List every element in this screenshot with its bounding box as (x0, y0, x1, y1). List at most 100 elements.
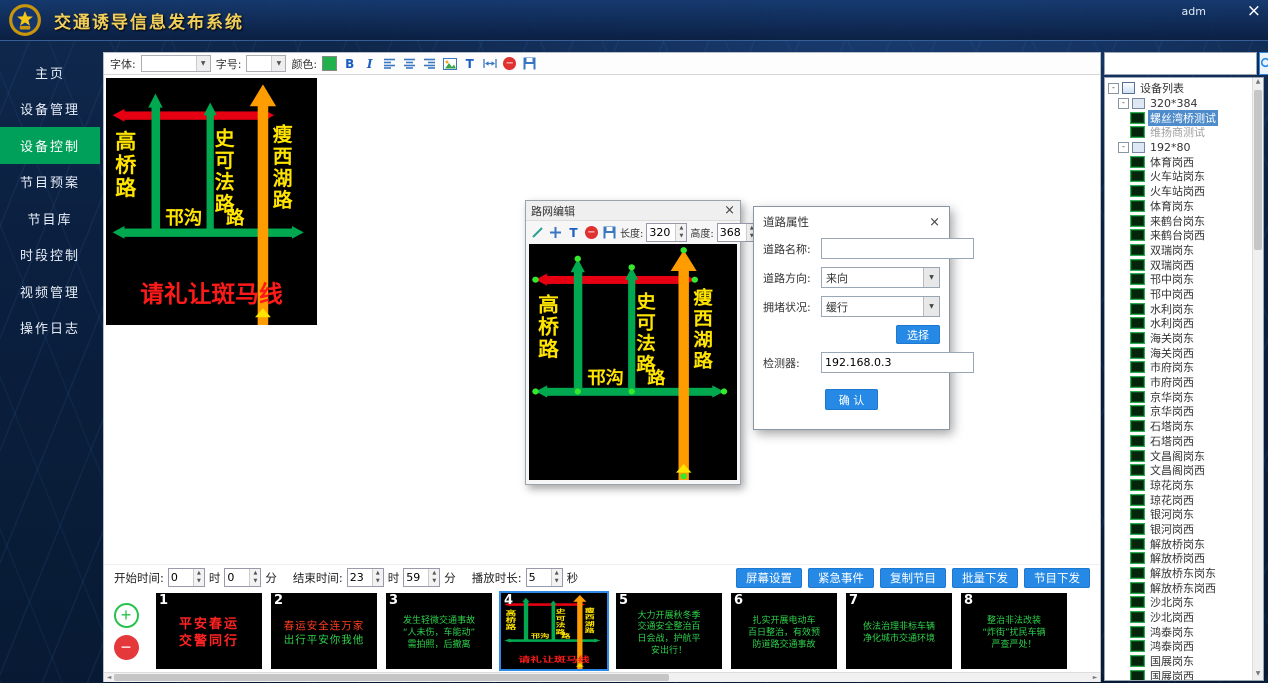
sidebar-item-program-library[interactable]: 节目库 (0, 200, 100, 237)
remove-program-button[interactable]: − (114, 635, 139, 660)
program-thumbnail-3[interactable]: 3发生轻微交通事故“人未伤，车能动”需拍照，后撤离 (386, 593, 492, 669)
scrollbar-thumb[interactable] (114, 674, 669, 681)
sidebar-item-device-control[interactable]: 设备控制 (0, 127, 100, 164)
road-name-input[interactable] (821, 238, 974, 259)
tree-device-item[interactable]: 体育岗东 (1108, 199, 1252, 214)
sidebar-item-video-management[interactable]: 视频管理 (0, 273, 100, 310)
spinner-up-icon[interactable]: ▲ (552, 569, 562, 578)
tree-device-item[interactable]: 海关岗东 (1108, 331, 1252, 346)
tree-device-item[interactable]: 国展岗西 (1108, 669, 1252, 681)
close-dialog-icon[interactable]: × (929, 215, 940, 230)
start-minute-input[interactable] (225, 569, 249, 586)
italic-button[interactable]: I (362, 56, 377, 72)
spinner-down-icon[interactable]: ▼ (429, 578, 439, 587)
horizontal-scrollbar[interactable]: ◄ ► (104, 672, 1100, 682)
program-send-button[interactable]: 节目下发 (1024, 568, 1090, 588)
tree-device-item[interactable]: 海关岗西 (1108, 345, 1252, 360)
screen-settings-button[interactable]: 屏幕设置 (736, 568, 802, 588)
spinner-down-icon[interactable]: ▼ (250, 578, 260, 587)
save-icon[interactable] (602, 225, 617, 241)
tree-device-item[interactable]: 石塔岗东 (1108, 419, 1252, 434)
sidebar-item-device-management[interactable]: 设备管理 (0, 91, 100, 128)
spinner-up-icon[interactable]: ▲ (676, 224, 686, 233)
scroll-right-icon[interactable]: ► (1090, 674, 1100, 681)
spinner-up-icon[interactable]: ▲ (194, 569, 204, 578)
tree-device-item[interactable]: 双瑞岗东 (1108, 243, 1252, 258)
spinner-up-icon[interactable]: ▲ (250, 569, 260, 578)
font-select[interactable]: ▼ (141, 55, 211, 72)
program-thumbnail-5[interactable]: 5大力开展秋冬季交通安全整治百日会战，护航平安出行！ (616, 593, 722, 669)
tree-device-item[interactable]: 螺丝湾桥测试 (1108, 110, 1252, 125)
search-button[interactable] (1259, 52, 1268, 75)
scrollbar-thumb[interactable] (1254, 90, 1262, 250)
tree-device-item[interactable]: 京华岗东 (1108, 389, 1252, 404)
add-node-icon[interactable] (548, 225, 563, 241)
tree-device-item[interactable]: 水利岗东 (1108, 301, 1252, 316)
tree-device-item[interactable]: 鸿泰岗西 (1108, 639, 1252, 654)
expander-icon[interactable]: - (1118, 98, 1129, 109)
sidebar-item-operation-log[interactable]: 操作日志 (0, 310, 100, 347)
tree-device-item[interactable]: 解放桥东岗西 (1108, 580, 1252, 595)
close-window-icon[interactable]: × (1247, 1, 1261, 21)
text-tool-button[interactable]: T (462, 56, 477, 72)
spinner-arrows[interactable]: ▲▼ (675, 224, 686, 241)
scroll-left-icon[interactable]: ◄ (104, 674, 114, 681)
tree-device-item[interactable]: 文昌阁岗东 (1108, 448, 1252, 463)
tree-device-item[interactable]: 琼花岗东 (1108, 478, 1252, 493)
batch-send-button[interactable]: 批量下发 (952, 568, 1018, 588)
tree-device-item[interactable]: 水利岗西 (1108, 316, 1252, 331)
spinner-arrows[interactable]: ▲▼ (428, 569, 439, 586)
tree-device-item[interactable]: 京华岗西 (1108, 404, 1252, 419)
spinner-arrows[interactable]: ▲▼ (193, 569, 204, 586)
led-sign-preview[interactable]: 高桥路史可法路瘦西湖路邗沟路请礼让斑马线 (106, 78, 317, 325)
tree-device-item[interactable]: 文昌阁岗西 (1108, 463, 1252, 478)
delete-icon[interactable]: − (584, 225, 599, 241)
spinner-down-icon[interactable]: ▼ (676, 233, 686, 242)
tree-device-item[interactable]: 石塔岗西 (1108, 434, 1252, 449)
tree-device-item[interactable]: 银河岗东 (1108, 507, 1252, 522)
end-minute-input[interactable] (404, 569, 428, 586)
detector-input[interactable] (821, 352, 974, 373)
confirm-button[interactable]: 确 认 (825, 389, 879, 410)
font-size-select[interactable]: ▼ (246, 55, 286, 72)
program-thumbnail-7[interactable]: 7依法治理非标车辆净化城市交通环境 (846, 593, 952, 669)
sidebar-item-time-period-control[interactable]: 时段控制 (0, 237, 100, 274)
program-thumbnail-2[interactable]: 2春运安全连万家出行平安你我他 (271, 593, 377, 669)
height-spinner[interactable]: ▲▼ (717, 223, 758, 242)
save-icon[interactable] (522, 56, 537, 72)
height-input[interactable] (718, 224, 746, 241)
vertical-scrollbar[interactable]: ▲ ▼ (1252, 78, 1263, 680)
align-center-icon[interactable] (402, 56, 417, 72)
tree-device-item[interactable]: 火车站岗西 (1108, 184, 1252, 199)
insert-image-icon[interactable] (442, 56, 457, 72)
tree-device-item[interactable]: 琼花岗西 (1108, 492, 1252, 507)
end-hour-spinner[interactable]: ▲▼ (347, 568, 384, 587)
program-thumbnail-4[interactable]: 4高桥路史可法路瘦西湖路邗沟路请礼让斑马线 (501, 593, 607, 669)
add-program-button[interactable]: + (114, 603, 139, 628)
scroll-down-icon[interactable]: ▼ (1253, 670, 1263, 680)
spinner-down-icon[interactable]: ▼ (194, 578, 204, 587)
close-dialog-icon[interactable]: × (724, 203, 735, 218)
end-hour-input[interactable] (348, 569, 372, 586)
tree-device-item[interactable]: 解放桥东岗东 (1108, 566, 1252, 581)
draw-line-icon[interactable] (530, 225, 545, 241)
tree-device-item[interactable]: 银河岗西 (1108, 522, 1252, 537)
expander-icon[interactable]: - (1118, 142, 1129, 153)
tree-device-item[interactable]: 解放桥岗东 (1108, 536, 1252, 551)
tree-device-item[interactable]: 邗中岗西 (1108, 287, 1252, 302)
expander-icon[interactable]: - (1108, 83, 1119, 94)
tree-device-item[interactable]: 维扬商测试 (1108, 125, 1252, 140)
select-button[interactable]: 选择 (896, 325, 940, 344)
length-spinner[interactable]: ▲▼ (646, 223, 687, 242)
tree-root-device-list[interactable]: -设备列表 (1108, 81, 1252, 96)
program-thumbnail-8[interactable]: 8整治非法改装“炸街”扰民车辆严查严处！ (961, 593, 1067, 669)
tree-device-item[interactable]: 来鹤台岗东 (1108, 213, 1252, 228)
align-right-icon[interactable] (422, 56, 437, 72)
sidebar-item-home[interactable]: 主页 (0, 54, 100, 91)
spinner-arrows[interactable]: ▲▼ (249, 569, 260, 586)
color-swatch[interactable] (322, 56, 337, 71)
spinner-down-icon[interactable]: ▼ (373, 578, 383, 587)
road-network-canvas[interactable]: 高桥路史可法路瘦西湖路邗沟路 (529, 244, 737, 480)
spinner-up-icon[interactable]: ▲ (373, 569, 383, 578)
tree-device-item[interactable]: 鸿泰岗东 (1108, 624, 1252, 639)
